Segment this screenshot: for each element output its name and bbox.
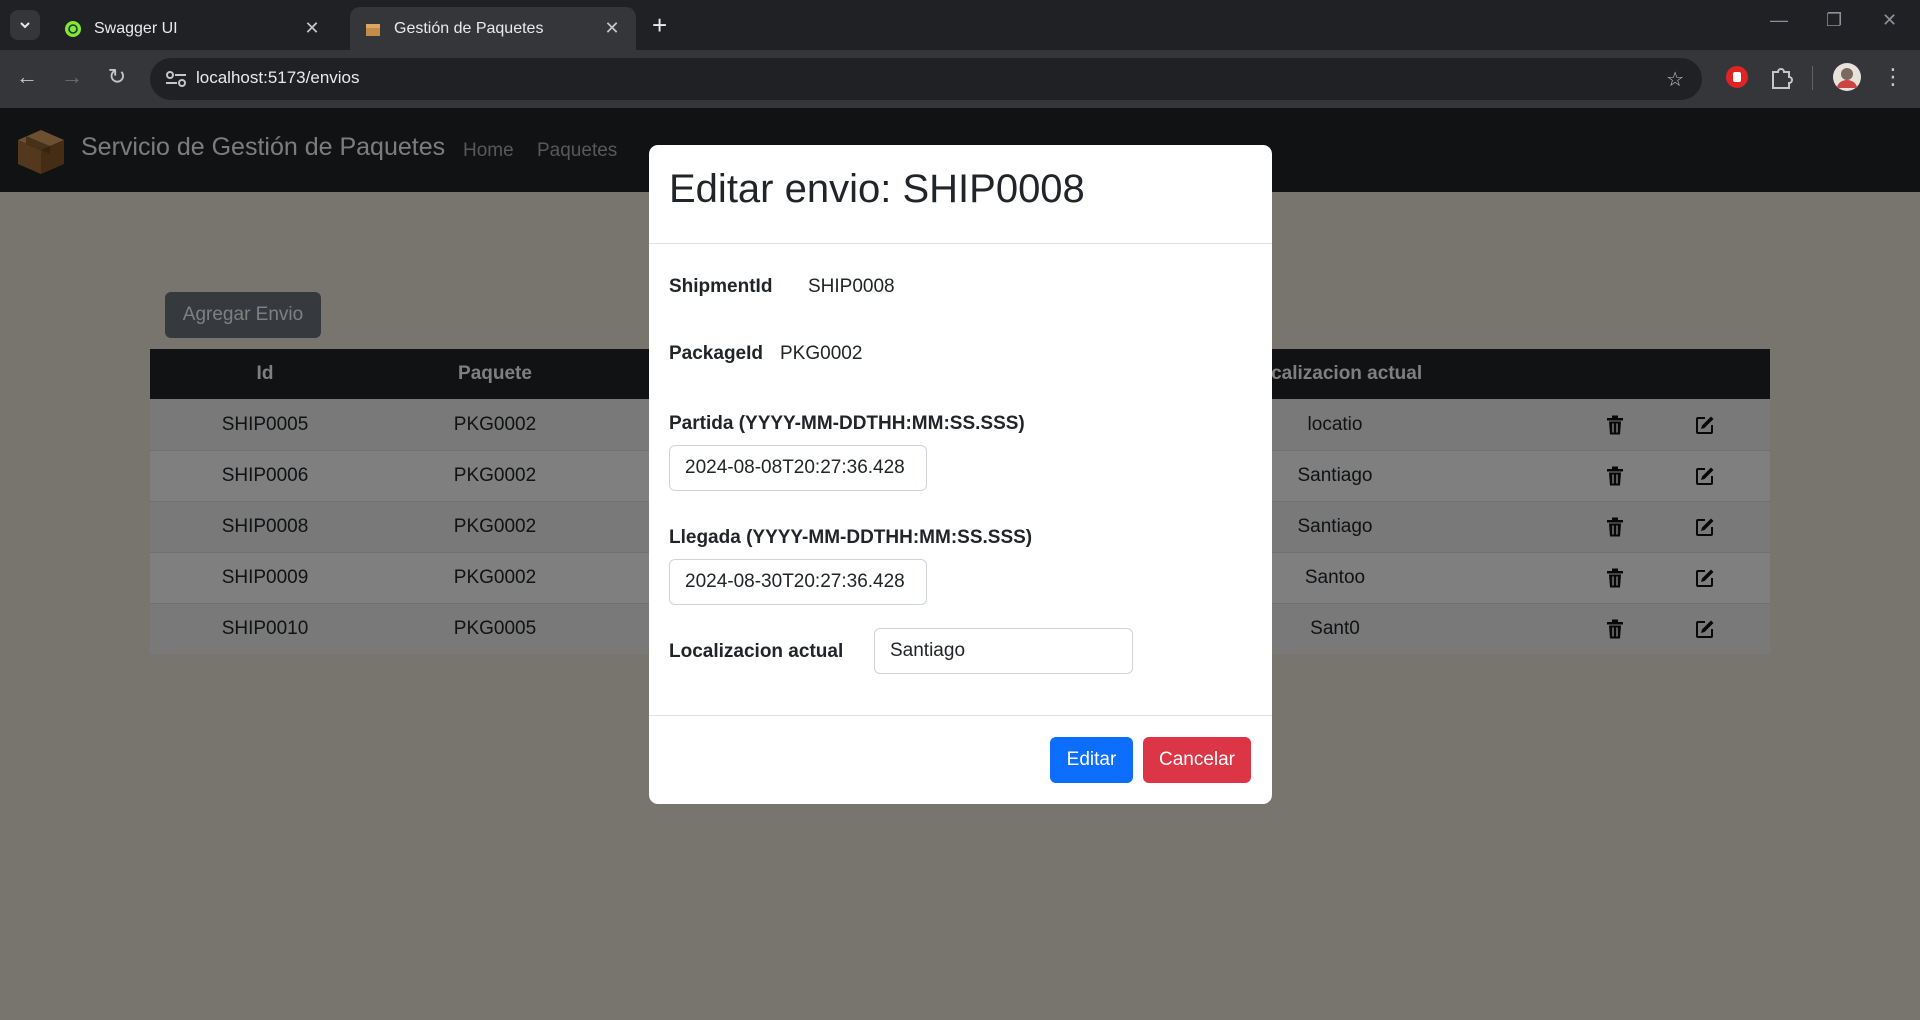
site-info-icon[interactable] — [164, 68, 188, 90]
browser-menu-icon[interactable]: ⋮ — [1882, 64, 1904, 90]
arrival-label: Llegada (YYYY-MM-DDTHH:MM:SS.SSS) — [669, 527, 1033, 548]
forward-icon[interactable]: → — [57, 64, 87, 90]
tab-title: Gestión de Paquetes — [394, 19, 544, 37]
back-icon[interactable]: ← — [12, 64, 42, 90]
address-bar[interactable]: localhost:5173/envios ☆ — [150, 58, 1702, 100]
location-label: Localizacion actual — [669, 641, 844, 662]
modal-footer: Editar Cancelar — [649, 715, 1272, 804]
shipment-id-label: ShipmentId — [669, 276, 773, 297]
package-id-label: PackageId — [669, 343, 763, 364]
location-input[interactable]: Santiago — [874, 628, 1133, 674]
modal-title: Editar envio: SHIP0008 — [669, 167, 1085, 211]
modal-header: Editar envio: SHIP0008 — [649, 145, 1272, 244]
tab-search-button[interactable] — [10, 10, 40, 40]
browser-tab-bar: Swagger UI ✕ Gestión de Paquetes ✕ + — ❐… — [0, 0, 1920, 50]
bookmark-star-icon[interactable]: ☆ — [1666, 67, 1684, 92]
profile-avatar-icon[interactable] — [1832, 62, 1862, 92]
new-tab-button[interactable]: + — [652, 10, 667, 41]
edit-shipment-modal: Editar envio: SHIP0008 ShipmentId SHIP00… — [649, 145, 1272, 804]
url-text: localhost:5173/envios — [196, 68, 360, 87]
restore-icon[interactable]: ❐ — [1826, 10, 1842, 31]
extension-stop-icon[interactable] — [1724, 64, 1750, 90]
close-window-icon[interactable]: ✕ — [1882, 10, 1897, 31]
browser-toolbar: ← → ↻ localhost:5173/envios ☆ ⋮ — [0, 50, 1920, 108]
arrival-input[interactable]: 2024-08-30T20:27:36.428 — [669, 559, 927, 605]
chevron-down-icon — [20, 22, 30, 29]
close-icon[interactable]: ✕ — [302, 18, 322, 39]
close-icon[interactable]: ✕ — [602, 18, 622, 39]
edit-button[interactable]: Editar — [1050, 737, 1133, 783]
toolbar-divider — [1812, 66, 1813, 90]
extensions-puzzle-icon[interactable] — [1768, 64, 1794, 90]
departure-input[interactable]: 2024-08-08T20:27:36.428 — [669, 445, 927, 491]
tab-swagger-ui[interactable]: Swagger UI ✕ — [50, 7, 336, 50]
tab-gestion-paquetes[interactable]: Gestión de Paquetes ✕ — [350, 7, 636, 50]
reload-icon[interactable]: ↻ — [102, 64, 132, 90]
package-icon — [366, 23, 380, 36]
swagger-icon — [65, 20, 81, 37]
shipment-id-value: SHIP0008 — [808, 276, 895, 297]
package-id-value: PKG0002 — [780, 343, 863, 364]
cancel-button[interactable]: Cancelar — [1143, 737, 1251, 783]
tab-title: Swagger UI — [94, 19, 178, 37]
minimize-icon[interactable]: — — [1770, 10, 1788, 31]
departure-label: Partida (YYYY-MM-DDTHH:MM:SS.SSS) — [669, 413, 1025, 434]
